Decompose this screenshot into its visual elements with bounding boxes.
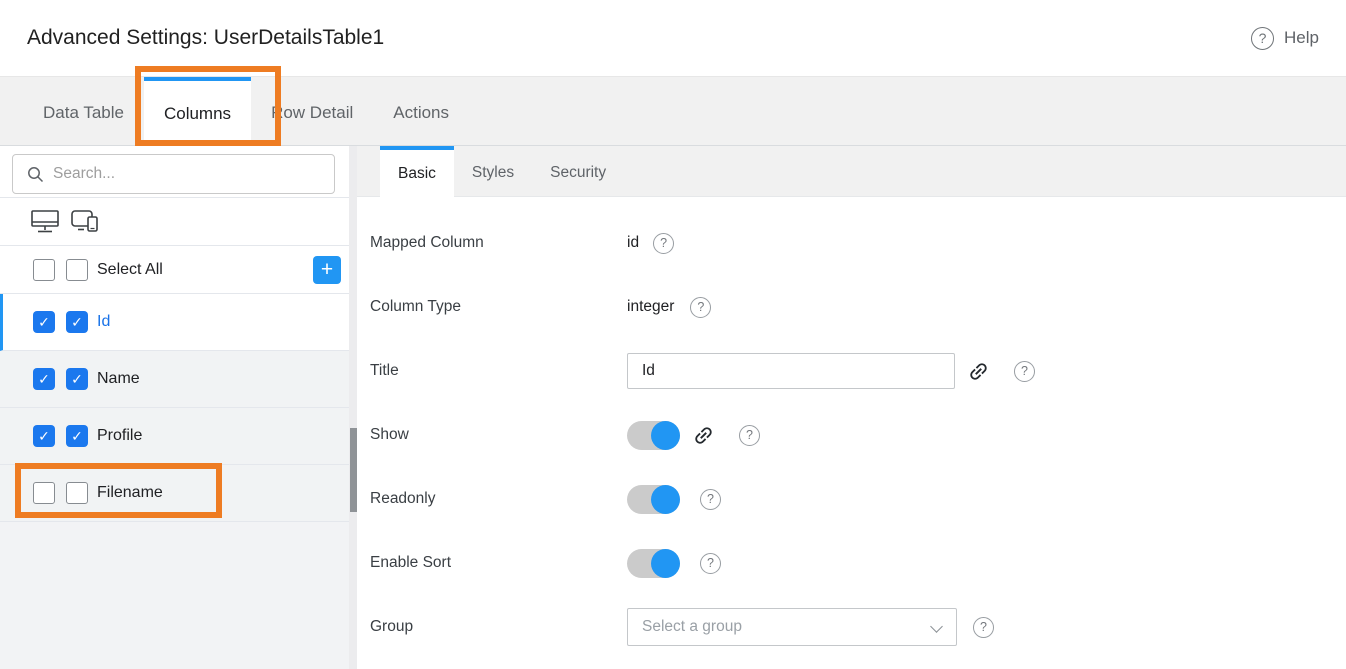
- title-input[interactable]: [627, 353, 955, 389]
- sidebar-scrollbar[interactable]: [349, 146, 357, 669]
- help-icon[interactable]: ?: [739, 425, 760, 446]
- select-all-label: Select All: [97, 261, 163, 279]
- header: Advanced Settings: UserDetailsTable1 ? H…: [0, 0, 1346, 77]
- column-label: Id: [97, 313, 110, 331]
- tab-basic[interactable]: Basic: [380, 146, 454, 197]
- enable-sort-row: Enable Sort ?: [370, 531, 1346, 595]
- readonly-label: Readonly: [370, 490, 627, 508]
- main-tabbar: Data Table Columns Row Detail Actions: [0, 77, 1346, 146]
- help-icon: ?: [1251, 27, 1274, 50]
- content-area: Select All + ✓ ✓ Id ✓ ✓ Name ✓ ✓ Profile: [0, 146, 1346, 669]
- view-toggle-row: [0, 198, 357, 246]
- column-row-id[interactable]: ✓ ✓ Id: [0, 294, 357, 351]
- help-icon[interactable]: ?: [1014, 361, 1035, 382]
- column-label: Filename: [97, 484, 163, 502]
- sidebar-empty-area: [0, 522, 357, 669]
- show-label: Show: [370, 426, 627, 444]
- title-row: Title ?: [370, 339, 1346, 403]
- tab-actions[interactable]: Actions: [373, 77, 469, 145]
- select-all-detail-checkbox[interactable]: [66, 259, 88, 281]
- group-select-placeholder: Select a group: [642, 618, 742, 636]
- tab-data-table[interactable]: Data Table: [23, 77, 144, 145]
- mapped-column-label: Mapped Column: [370, 234, 627, 252]
- readonly-row: Readonly ?: [370, 467, 1346, 531]
- group-row: Group Select a group ?: [370, 595, 1346, 659]
- readonly-toggle[interactable]: [627, 485, 680, 514]
- desktop-view-icon[interactable]: [30, 209, 60, 235]
- column-row-profile[interactable]: ✓ ✓ Profile: [0, 408, 357, 465]
- scrollbar-thumb[interactable]: [350, 428, 357, 512]
- column-detail-pane: Basic Styles Security Mapped Column id ?…: [357, 146, 1346, 669]
- columns-sidebar: Select All + ✓ ✓ Id ✓ ✓ Name ✓ ✓ Profile: [0, 146, 357, 669]
- search-icon: [27, 166, 44, 183]
- column-label: Profile: [97, 427, 142, 445]
- select-all-show-checkbox[interactable]: [33, 259, 55, 281]
- help-icon[interactable]: ?: [973, 617, 994, 638]
- select-all-row: Select All +: [0, 246, 357, 294]
- page-title: Advanced Settings: UserDetailsTable1: [27, 26, 384, 50]
- link-binding-icon[interactable]: [967, 360, 990, 383]
- mapped-column-value: id: [627, 234, 639, 252]
- column-row-name[interactable]: ✓ ✓ Name: [0, 351, 357, 408]
- help-button[interactable]: ? Help: [1251, 27, 1319, 50]
- search-input[interactable]: [53, 165, 283, 183]
- column-type-label: Column Type: [370, 298, 627, 316]
- tab-columns[interactable]: Columns: [144, 77, 251, 146]
- column-label: Name: [97, 370, 140, 388]
- column-type-value: integer: [627, 298, 674, 316]
- basic-settings-form: Mapped Column id ? Column Type integer ?…: [357, 197, 1346, 659]
- add-column-button[interactable]: +: [313, 256, 341, 284]
- help-icon[interactable]: ?: [690, 297, 711, 318]
- show-row: Show ?: [370, 403, 1346, 467]
- help-icon[interactable]: ?: [700, 489, 721, 510]
- group-select[interactable]: Select a group: [627, 608, 957, 646]
- show-checkbox[interactable]: [33, 482, 55, 504]
- column-row-filename[interactable]: Filename: [0, 465, 357, 522]
- search-box[interactable]: [12, 154, 335, 194]
- detail-checkbox[interactable]: ✓: [66, 425, 88, 447]
- link-binding-icon[interactable]: [692, 424, 715, 447]
- show-checkbox[interactable]: ✓: [33, 368, 55, 390]
- group-label: Group: [370, 618, 627, 636]
- show-toggle[interactable]: [627, 421, 680, 450]
- detail-checkbox[interactable]: [66, 482, 88, 504]
- show-checkbox[interactable]: ✓: [33, 311, 55, 333]
- devices-view-icon[interactable]: [70, 208, 102, 235]
- enable-sort-toggle[interactable]: [627, 549, 680, 578]
- tab-styles[interactable]: Styles: [454, 146, 532, 196]
- detail-tabbar: Basic Styles Security: [357, 146, 1346, 197]
- help-icon[interactable]: ?: [700, 553, 721, 574]
- show-checkbox[interactable]: ✓: [33, 425, 55, 447]
- advanced-settings-window: Advanced Settings: UserDetailsTable1 ? H…: [0, 0, 1346, 669]
- chevron-down-icon: [930, 620, 943, 633]
- enable-sort-label: Enable Sort: [370, 554, 627, 572]
- tab-security[interactable]: Security: [532, 146, 624, 196]
- search-row: [0, 146, 357, 198]
- mapped-column-row: Mapped Column id ?: [370, 211, 1346, 275]
- help-icon[interactable]: ?: [653, 233, 674, 254]
- column-type-row: Column Type integer ?: [370, 275, 1346, 339]
- tab-row-detail[interactable]: Row Detail: [251, 77, 373, 145]
- detail-checkbox[interactable]: ✓: [66, 311, 88, 333]
- title-label: Title: [370, 362, 627, 380]
- help-label: Help: [1284, 28, 1319, 48]
- detail-checkbox[interactable]: ✓: [66, 368, 88, 390]
